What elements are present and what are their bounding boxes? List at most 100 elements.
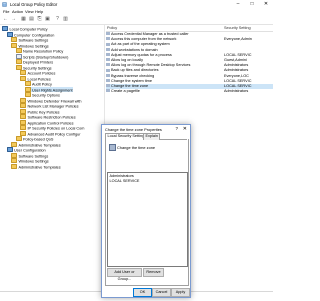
folder-icon [11,163,17,169]
policy-icon [106,73,110,77]
tree-item[interactable]: Local Computer Policy [2,26,48,32]
dialog-help-button[interactable]: ? [175,126,178,131]
folder-icon [20,103,26,109]
tree-item[interactable]: Administrative Templates [11,163,61,170]
window-title: Local Group Policy Editor [10,1,58,7]
tree-item[interactable]: Local Policies [20,75,51,81]
policy-icon [106,42,110,46]
folder-icon [20,119,26,125]
cancel-button[interactable]: Cancel [152,288,171,297]
tree-item[interactable]: Application Control Policies [20,119,74,125]
tree-item[interactable]: Windows Settings [11,158,49,164]
forward-icon[interactable]: → [10,16,17,23]
policy-name: Back up files and directories [111,68,159,73]
tree-item[interactable]: Name Resolution Policy [15,48,63,54]
policy-cell: Create a pagefile [106,89,140,94]
policy-icon [106,79,110,83]
tree-item[interactable]: Software Restriction Policies [20,114,76,120]
folder-icon [15,136,22,142]
tree-item[interactable]: Deployed Printers [15,59,53,65]
properties-icon[interactable]: ▥ [62,16,69,23]
folder-icon [20,125,26,131]
dialog-title: Change the time zone Properties [105,127,162,132]
back-icon[interactable]: ← [2,16,9,23]
policy-icon [106,47,110,51]
tree-item[interactable]: Software Settings [11,37,48,43]
document-icon [15,53,22,59]
tree-item[interactable]: Security Options [24,92,60,98]
tree-item[interactable]: Security Settings [15,64,52,70]
member-item[interactable]: Administrators [110,174,134,178]
tree-item[interactable]: Advanced Audit Policy Configur [20,130,80,136]
policy-icon [106,63,110,67]
policy-name: Bypass traverse checking [111,73,155,78]
policy-name: Create a pagefile [111,89,140,94]
computer-icon [6,147,13,153]
tree-item[interactable]: Software Settings [11,152,48,158]
properties-dialog: Change the time zone Properties ? ✕ Loca… [101,124,191,298]
policy-name: Change the time zone [111,84,149,88]
member-item[interactable]: LOCAL SERVICE [110,179,140,183]
export-list-icon[interactable]: ▣ [44,16,51,23]
add-user-or-group-button[interactable]: Add User or Group... [107,268,142,281]
folder-icon [20,97,26,103]
tree-item[interactable]: Public Key Policies [20,108,60,114]
folder-icon [15,59,22,65]
tree-item[interactable]: User Configuration [6,147,46,153]
close-button[interactable]: ✕ [259,0,273,8]
menu-file[interactable]: File [3,9,9,14]
folder-icon [20,114,26,120]
policy-icon [106,68,110,72]
menu-action[interactable]: Action [12,9,23,14]
policy-icon [109,144,116,151]
column-security-setting[interactable]: Security Setting [224,26,251,30]
column-policy[interactable]: Policy [107,26,117,30]
tree-item[interactable]: IP Security Policies on Local Com [20,125,84,131]
tree-item[interactable]: Computer Configuration [6,31,54,37]
security-setting-cell: Administrators [224,89,249,94]
copy-icon[interactable]: ⎘ [36,16,43,23]
computer-icon [2,26,8,32]
tree-item[interactable]: Windows Settings [11,42,49,48]
tree-item[interactable]: User Rights Assignment [24,86,73,92]
folder-icon [11,152,17,158]
tree-item[interactable]: Network List Manager Policies [20,103,79,109]
policy-icon [106,37,110,41]
members-listbox[interactable]: Administrators LOCAL SERVICE [107,172,188,267]
tree-item[interactable]: Administrative Templates [11,141,61,147]
folder-icon [20,130,26,136]
policy-name: Access Credential Manager as a trusted c… [111,32,189,36]
maximize-button[interactable]: □ [245,0,259,8]
tree-item[interactable]: Audit Policy [24,81,52,87]
dialog-close-button[interactable]: ✕ [183,126,187,132]
computer-icon [6,31,13,37]
policy-icon [106,53,110,57]
folder-icon [11,37,17,43]
up-icon[interactable]: ▦ [20,16,27,23]
folder-icon [11,42,17,48]
policy-row[interactable]: Create a pagefile Administrators [106,89,273,94]
ok-button[interactable]: OK [133,288,152,297]
minimize-button[interactable]: – [231,0,245,8]
policy-name: Change the time zone [117,144,156,150]
menu-view[interactable]: View [25,9,34,14]
menu-help[interactable]: Help [35,9,43,14]
tree-item[interactable]: Policy-based QoS [15,136,53,142]
folder-icon [11,141,17,147]
tree-item[interactable]: Account Policies [20,70,55,76]
list-header: Policy Security Setting [106,25,273,32]
help-icon[interactable]: ? [54,16,61,23]
tree-item-label: Administrative Templates [18,165,61,170]
folder-icon [24,92,31,98]
show-hide-tree-icon[interactable]: ▤ [28,16,35,23]
remove-button[interactable]: Remove [143,268,164,277]
folder-icon [24,86,31,92]
folder-icon [24,81,31,87]
tree-item[interactable]: Windows Defender Firewall with [20,97,82,103]
policy-icon [106,84,110,88]
tree-item[interactable]: Scripts (Startup/Shutdown) [15,53,68,59]
apply-button[interactable]: Apply [171,288,190,297]
policy-icon [106,32,110,36]
policy-name: Access this computer from the network [111,37,177,42]
policy-name: Add workstations to domain [111,47,158,52]
